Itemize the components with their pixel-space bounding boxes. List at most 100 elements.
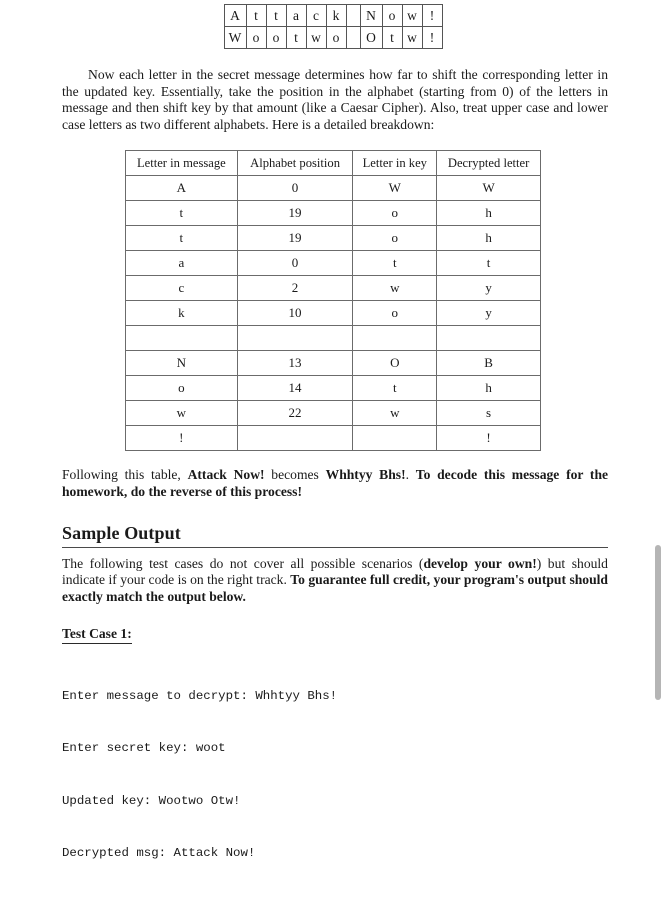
- cell-alphabet-position: 0: [236, 250, 354, 277]
- console-line: Enter secret key: woot: [62, 741, 226, 756]
- cell-letter-in-key: o: [352, 300, 438, 327]
- cell-letter-in-message: N: [125, 350, 238, 377]
- cell-letter-in-key: [352, 325, 438, 352]
- cell-letter-in-key: [352, 425, 438, 452]
- column-header-alphabet-position: Alphabet position: [236, 150, 354, 177]
- cell-letter-in-key: w: [352, 275, 438, 302]
- cell-letter-in-message: c: [125, 275, 238, 302]
- sample-output-text-part1: The following test cases do not cover al…: [62, 555, 424, 571]
- cipher-cell: k: [325, 4, 347, 27]
- cipher-strip-wrapper: A t t a c k N o w ! W o o t w o O t w !: [0, 0, 666, 49]
- cell-decrypted-letter: B: [436, 350, 541, 377]
- cipher-cell: c: [305, 4, 327, 27]
- test-case-title: Test Case 1:: [62, 626, 132, 645]
- table-row: ! !: [125, 425, 541, 452]
- cipher-cell: o: [265, 26, 287, 49]
- develop-your-own-emphasis: develop your own!: [423, 555, 537, 571]
- table-row: A 0 W W: [125, 175, 541, 202]
- test-case-output: Enter message to decrypt: Whhtyy Bhs! En…: [62, 653, 608, 897]
- cell-letter-in-key: w: [352, 400, 438, 427]
- cipher-key-row: W o o t w o O t w !: [223, 26, 443, 49]
- cell-letter-in-message: o: [125, 375, 238, 402]
- cell-decrypted-letter: y: [436, 300, 541, 327]
- cell-letter-in-message: !: [125, 425, 238, 452]
- cipher-cell: A: [223, 4, 247, 27]
- table-row: a 0 t t: [125, 250, 541, 277]
- cipher-cell: a: [285, 4, 307, 27]
- cell-letter-in-key: o: [352, 200, 438, 227]
- cipher-cell: !: [421, 26, 443, 49]
- cipher-cell: o: [381, 4, 403, 27]
- sample-output-paragraph: The following test cases do not cover al…: [0, 556, 666, 606]
- document-page: A t t a c k N o w ! W o o t w o O t w ! …: [0, 0, 666, 860]
- vertical-scrollbar-thumb[interactable]: [655, 545, 661, 700]
- cell-decrypted-letter: y: [436, 275, 541, 302]
- cipher-strip-table: A t t a c k N o w ! W o o t w o O t w !: [223, 4, 443, 49]
- breakdown-header-row: Letter in message Alphabet position Lett…: [125, 150, 541, 177]
- breakdown-table: Letter in message Alphabet position Lett…: [125, 150, 541, 452]
- cipher-cell: o: [325, 26, 347, 49]
- table-row: w 22 w s: [125, 400, 541, 427]
- cell-letter-in-message: k: [125, 300, 238, 327]
- table-row: N 13 O B: [125, 350, 541, 377]
- cell-letter-in-key: W: [352, 175, 438, 202]
- column-header-letter-in-message: Letter in message: [125, 150, 238, 177]
- cipher-cell: t: [245, 4, 267, 27]
- cell-letter-in-key: o: [352, 225, 438, 252]
- column-header-letter-in-key: Letter in key: [352, 150, 438, 177]
- cell-alphabet-position: [236, 425, 354, 452]
- cell-decrypted-letter: h: [436, 375, 541, 402]
- intro-paragraph-text: Now each letter in the secret message de…: [62, 67, 608, 132]
- table-row: t 19 o h: [125, 200, 541, 227]
- sample-output-section: Sample Output: [62, 523, 608, 548]
- cipher-cell: O: [359, 26, 383, 49]
- following-period: .: [405, 467, 416, 483]
- cell-alphabet-position: 22: [236, 400, 354, 427]
- cell-alphabet-position: 13: [236, 350, 354, 377]
- cipher-cell: !: [421, 4, 443, 27]
- cell-decrypted-letter: t: [436, 250, 541, 277]
- cell-letter-in-key: O: [352, 350, 438, 377]
- cell-letter-in-message: t: [125, 225, 238, 252]
- column-header-decrypted-letter: Decrypted letter: [436, 150, 541, 177]
- cell-alphabet-position: 19: [236, 225, 354, 252]
- cipher-cell: W: [223, 26, 247, 49]
- cipher-cell: w: [401, 4, 423, 27]
- cipher-cell: t: [381, 26, 403, 49]
- following-paragraph: Following this table, Attack Now! become…: [0, 467, 666, 500]
- vertical-scrollbar-track[interactable]: [652, 0, 666, 700]
- following-middle-text: becomes: [264, 467, 326, 483]
- cipher-cell: t: [285, 26, 307, 49]
- cipher-cell: N: [359, 4, 383, 27]
- cell-decrypted-letter: h: [436, 225, 541, 252]
- cell-decrypted-letter: W: [436, 175, 541, 202]
- cipher-cell-space: [345, 4, 361, 27]
- table-row: c 2 w y: [125, 275, 541, 302]
- cell-alphabet-position: 10: [236, 300, 354, 327]
- following-lead-text: Following this table,: [62, 467, 188, 483]
- table-row: k 10 o y: [125, 300, 541, 327]
- console-line: Updated key: Wootwo Otw!: [62, 793, 241, 808]
- cell-alphabet-position: 19: [236, 200, 354, 227]
- cell-letter-in-message: w: [125, 400, 238, 427]
- cipher-message-row: A t t a c k N o w !: [223, 4, 443, 27]
- section-heading-sample-output: Sample Output: [62, 522, 181, 543]
- cell-alphabet-position: 0: [236, 175, 354, 202]
- cell-letter-in-key: t: [352, 375, 438, 402]
- cell-alphabet-position: 14: [236, 375, 354, 402]
- table-row: t 19 o h: [125, 225, 541, 252]
- cipher-cell-space: [345, 26, 361, 49]
- cipher-cell: w: [401, 26, 423, 49]
- breakdown-table-wrapper: Letter in message Alphabet position Lett…: [0, 150, 666, 452]
- cell-decrypted-letter: !: [436, 425, 541, 452]
- cell-letter-in-message: a: [125, 250, 238, 277]
- cell-letter-in-message: A: [125, 175, 238, 202]
- table-row-space: [125, 325, 541, 352]
- table-row: o 14 t h: [125, 375, 541, 402]
- cell-alphabet-position: 2: [236, 275, 354, 302]
- test-case-block: Test Case 1: Enter message to decrypt: W…: [62, 625, 608, 897]
- cipher-cell: w: [305, 26, 327, 49]
- intro-paragraph: Now each letter in the secret message de…: [0, 67, 666, 133]
- plaintext-example: Attack Now!: [187, 467, 265, 483]
- cell-alphabet-position: [236, 325, 354, 352]
